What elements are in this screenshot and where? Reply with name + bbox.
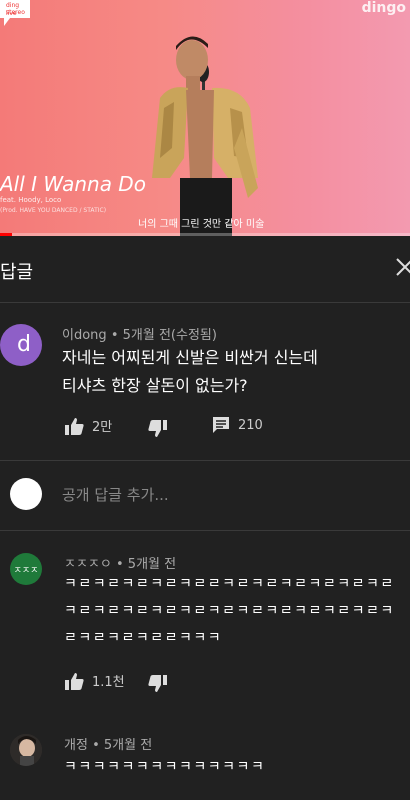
comment-line: ㅋㄹㅋㄹㅋㄹㅋㄹㅋㄹㄹㅋㄹㅋㄹㅋㄹㅋㄹㅋㄹㅋㄹ xyxy=(64,576,395,592)
reply-input[interactable]: 공개 답글 추가... xyxy=(62,484,169,505)
add-reply-box[interactable]: 공개 답글 추가... xyxy=(0,460,410,530)
reply-count: 210 xyxy=(238,417,263,433)
like-button[interactable]: 2만 xyxy=(64,416,112,435)
badge-text-live: live xyxy=(6,10,17,17)
comment-meta: 개정 • 5개월 전 xyxy=(64,734,152,753)
channel-logo: dingo xyxy=(361,0,406,16)
comment-line: 자네는 어찌된게 신발은 비싼거 신는데 xyxy=(62,348,318,367)
comment-text: ㅋㅋㅋㅋㅋㅋㅋㅋㅋㅋㅋㅋㅋㅋ xyxy=(64,754,265,781)
comment-meta: ㅈㅈㅈㅇ • 5개월 전 xyxy=(64,553,176,572)
comment-line: ㄹㅋㄹㅋㄹㅋㄹㄹㅋㅋㅋ xyxy=(64,630,223,646)
comment-time: 5개월 전(수정됨) xyxy=(122,328,217,343)
reply-comment: 개정 • 5개월 전 ㅋㅋㅋㅋㅋㅋㅋㅋㅋㅋㅋㅋㅋㅋ xyxy=(0,712,410,800)
performer-image xyxy=(152,36,258,236)
avatar-letter: d xyxy=(17,331,31,357)
comment-line: ㅋㄹㅋㄹㅋㄹㅋㄹㅋㄹㅋㄹㅋㄹㅋㄹㅋㄹㅋㄹㅋㄹㅋ xyxy=(64,603,395,619)
dislike-button[interactable] xyxy=(148,420,168,438)
comment-author[interactable]: 이dong xyxy=(62,328,107,343)
avatar[interactable]: d xyxy=(0,324,42,366)
thumbs-down-icon xyxy=(148,420,167,437)
thumbs-down-icon xyxy=(148,675,167,692)
comment-time: 5개월 전 xyxy=(127,557,177,572)
user-avatar xyxy=(10,478,42,510)
meta-separator: • xyxy=(110,328,119,343)
avatar[interactable]: ㅈㅈㅈ xyxy=(10,553,42,585)
video-player[interactable]: ding stereo live dingo All I Wanna Do fe… xyxy=(0,0,410,236)
video-subtitle: 너의 그때 그린 것만 같아 미술 xyxy=(138,219,265,230)
like-count: 1.1천 xyxy=(92,675,125,690)
comment-meta: 이dong • 5개월 전(수정됨) xyxy=(62,324,217,343)
avatar[interactable] xyxy=(10,734,42,766)
comment-text: ㅋㄹㅋㄹㅋㄹㅋㄹㅋㄹㄹㅋㄹㅋㄹㅋㄹㅋㄹㅋㄹㅋㄹ ㅋㄹㅋㄹㅋㄹㅋㄹㅋㄹㅋㄹㅋㄹㅋㄹ… xyxy=(64,571,395,652)
channel-badge: ding stereo live xyxy=(0,0,32,30)
comment-author[interactable]: 개정 xyxy=(64,738,88,753)
comment-author[interactable]: ㅈㅈㅈㅇ xyxy=(64,557,112,572)
like-button[interactable]: 1.1천 xyxy=(64,671,125,690)
replies-header: 답글 xyxy=(0,236,410,303)
comment-icon xyxy=(213,417,229,433)
song-credit: (Prod. HAVE YOU DANCED / STATIC) xyxy=(0,207,107,214)
comment-line: 티샤츠 한장 살돈이 없는가? xyxy=(62,376,248,395)
reply-comment: ㅈㅈㅈ ㅈㅈㅈㅇ • 5개월 전 ㅋㄹㅋㄹㅋㄹㅋㄹㅋㄹㄹㅋㄹㅋㄹㅋㄹㅋㄹㅋㄹㅋㄹ… xyxy=(0,531,410,711)
profile-photo xyxy=(10,734,42,766)
main-comment: d 이dong • 5개월 전(수정됨) 자네는 어찌된게 신발은 비싼거 신는… xyxy=(0,302,410,460)
meta-separator: • xyxy=(92,738,100,753)
close-icon[interactable] xyxy=(394,256,410,278)
song-featuring: feat. Hoody, Loco xyxy=(0,196,62,204)
thumbs-up-icon xyxy=(65,672,84,690)
replies-title: 답글 xyxy=(0,262,34,283)
meta-separator: • xyxy=(115,557,124,572)
avatar-text: ㅈㅈㅈ xyxy=(13,565,39,576)
reply-count-button[interactable]: 210 xyxy=(212,416,263,434)
comment-text: 자네는 어찌된게 신발은 비싼거 신는데 티샤츠 한장 살돈이 없는가? xyxy=(62,344,318,400)
thumbs-up-icon xyxy=(65,417,84,435)
comment-line: ㅋㅋㅋㅋㅋㅋㅋㅋㅋㅋㅋㅋㅋㅋ xyxy=(64,759,266,775)
comment-time: 5개월 전 xyxy=(103,738,153,753)
dislike-button[interactable] xyxy=(148,675,168,693)
song-title: All I Wanna Do xyxy=(0,172,146,196)
like-count: 2만 xyxy=(92,420,113,435)
